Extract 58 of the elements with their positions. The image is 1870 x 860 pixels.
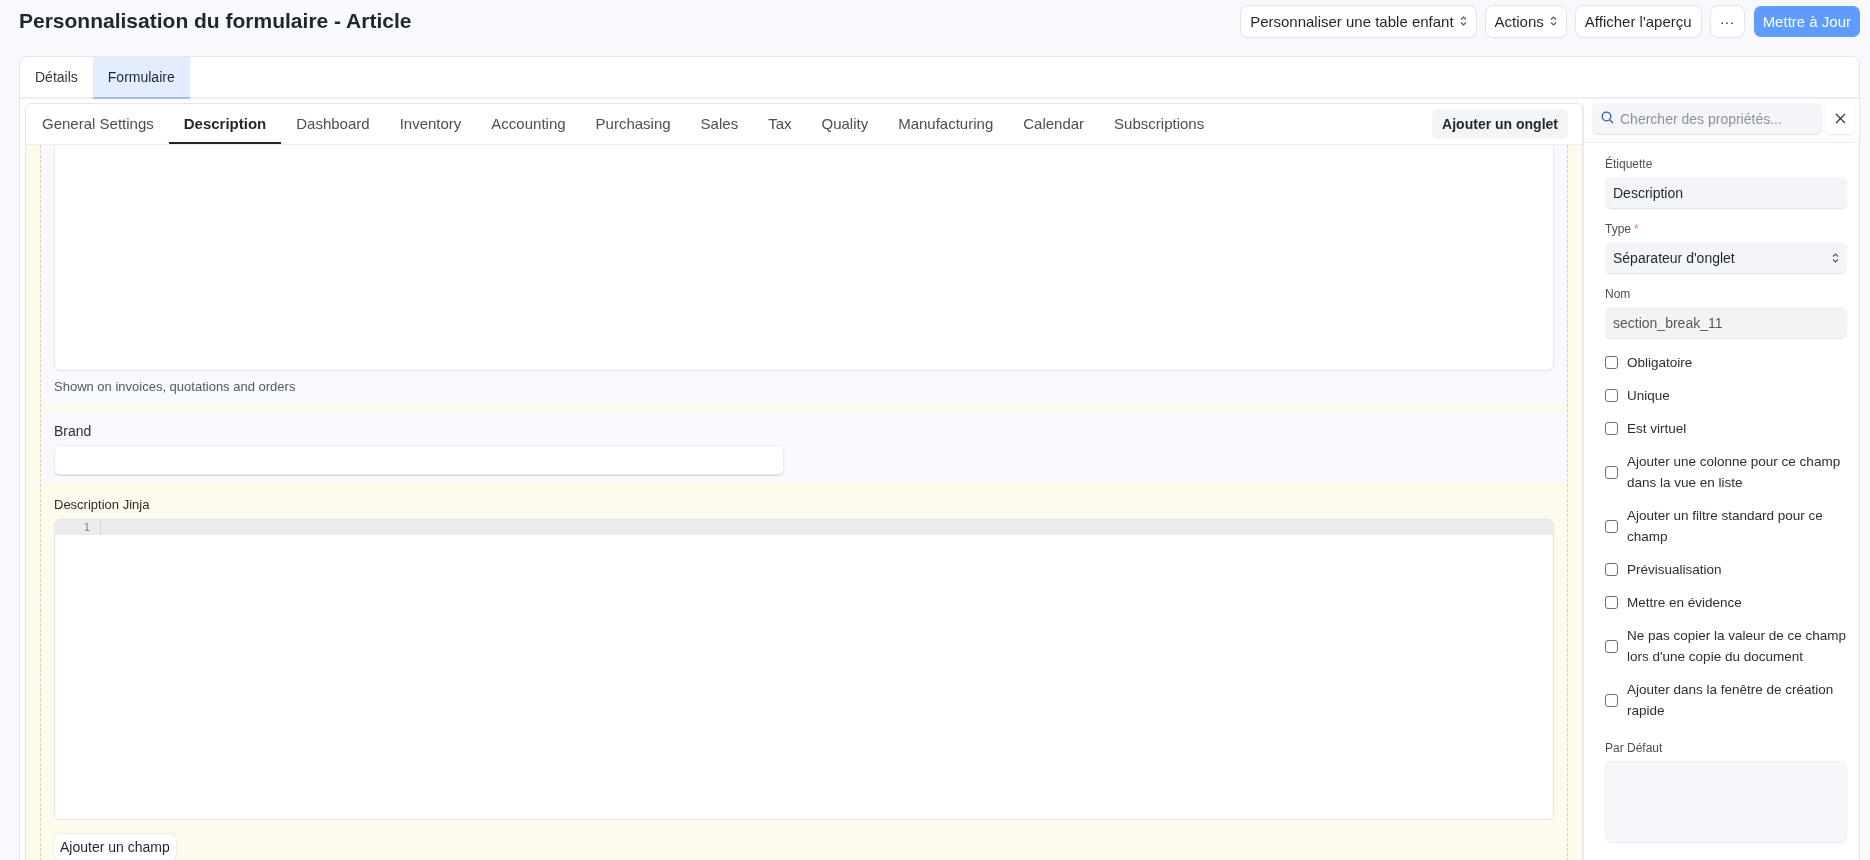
checkbox[interactable] <box>1605 639 1618 653</box>
form-tab[interactable]: General Settings <box>42 104 169 144</box>
form-tab[interactable]: Calendar <box>1008 104 1100 144</box>
dropdown-button[interactable]: Personnaliser une table enfant <box>1241 5 1476 37</box>
page-title: Personnalisation du formulaire - Article <box>19 9 413 33</box>
form-tab[interactable]: Subscriptions <box>1099 104 1220 144</box>
form-tab[interactable]: Dashboard <box>281 104 385 144</box>
search-icon <box>1601 111 1614 124</box>
required-mark: * <box>1634 222 1639 236</box>
field-label: Par Défaut <box>1605 740 1664 757</box>
form-tab[interactable]: Quality <box>806 104 884 144</box>
checkbox[interactable] <box>1605 356 1618 369</box>
field-label: Nom <box>1605 286 1632 303</box>
add-tab-button[interactable]: Ajouter un onglet <box>1432 109 1568 139</box>
input-field: section_break_11 <box>1605 307 1847 338</box>
form-tab[interactable]: Accounting <box>476 104 581 144</box>
checkbox[interactable] <box>1605 422 1618 435</box>
line-number: 1 <box>55 520 101 535</box>
checkbox-label: Ajouter un filtre standard pour ce champ <box>1627 507 1824 546</box>
checkbox-label: Prévisualisation <box>1627 561 1722 579</box>
checkbox-label: Unique <box>1627 387 1670 405</box>
form-tab[interactable]: Inventory <box>384 104 477 144</box>
chevron-up-down-icon <box>1832 252 1839 263</box>
close-icon <box>1834 113 1846 124</box>
form-tab[interactable]: Manufacturing <box>883 104 1009 144</box>
form-tab[interactable]: Purchasing <box>580 104 686 144</box>
form-tab[interactable]: Sales <box>685 104 754 144</box>
field-hint: Shown on invoices, quotations and orders <box>54 378 297 396</box>
search-field[interactable]: Chercher des propriétés... <box>1592 103 1822 134</box>
checkbox-label: Obligatoire <box>1627 354 1693 372</box>
field-label: Brand <box>54 422 93 441</box>
checkbox[interactable] <box>1605 389 1618 402</box>
checkbox[interactable] <box>1605 519 1618 533</box>
form-tab[interactable]: Tax <box>753 104 807 144</box>
input-field[interactable] <box>54 445 784 475</box>
input-field[interactable]: Description <box>1605 177 1847 208</box>
chevron-up-down-icon <box>1549 16 1557 26</box>
checkbox-label: Ne pas copier la valeur de ce champ lors d'une copie du document <box>1627 627 1847 666</box>
chevron-up-down-icon <box>1459 16 1467 26</box>
checkbox[interactable] <box>1605 563 1618 576</box>
checkbox-label: Mettre en évidence <box>1627 594 1742 612</box>
dropdown-button[interactable]: Actions <box>1485 5 1566 37</box>
checkbox-label: Ajouter une colonne pour ce champ dans la vue en liste <box>1627 453 1842 492</box>
checkbox-label: Est virtuel <box>1627 420 1687 438</box>
add-field-button[interactable]: Ajouter un champ <box>54 834 176 860</box>
field-label: Description Jinja <box>54 496 151 514</box>
select-field[interactable]: Séparateur d'onglet <box>1605 242 1847 273</box>
page-tab[interactable]: Formulaire <box>92 57 190 99</box>
checkbox[interactable] <box>1605 693 1618 707</box>
checkbox-label: Ajouter dans la fenêtre de création rapide <box>1627 681 1835 720</box>
field-label: Type <box>1605 222 1631 236</box>
checkbox[interactable] <box>1605 465 1618 479</box>
page-tab[interactable]: Détails <box>20 57 93 99</box>
checkbox[interactable] <box>1605 596 1618 609</box>
close-button[interactable] <box>1825 103 1855 134</box>
toolbar-button[interactable]: ··· <box>1710 5 1744 37</box>
toolbar-button[interactable]: Afficher l'aperçu <box>1575 5 1701 37</box>
field-label: Étiquette <box>1605 155 1654 173</box>
